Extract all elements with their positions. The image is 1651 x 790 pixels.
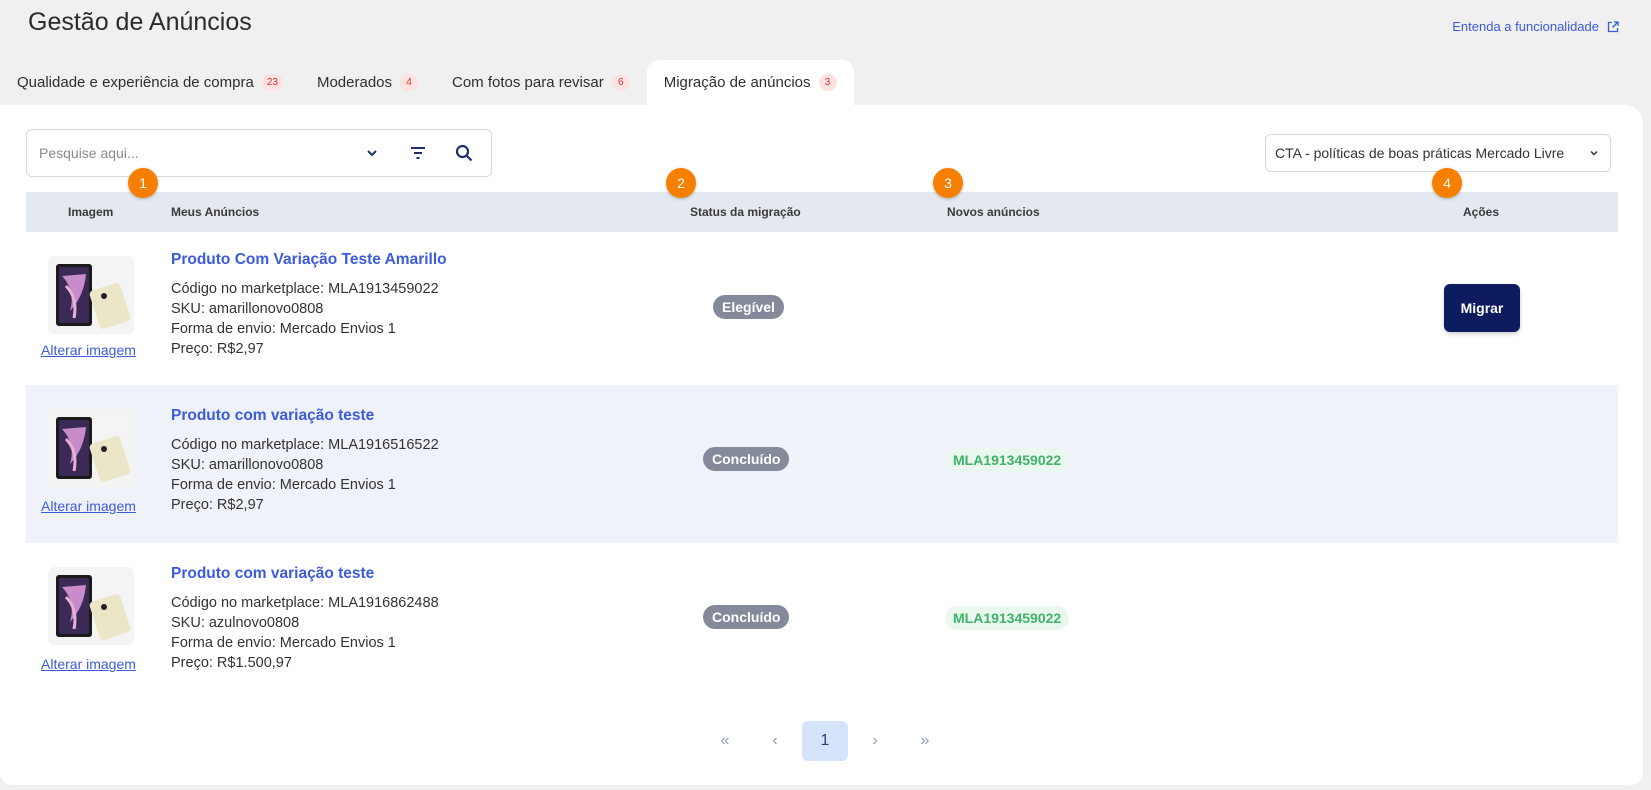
- content-panel: CTA - políticas de boas práticas Mercado…: [0, 105, 1643, 785]
- last-page-button[interactable]: »: [900, 721, 950, 761]
- status-badge: Concluído: [703, 447, 790, 471]
- new-ad-id[interactable]: MLA1913459022: [945, 448, 1070, 472]
- search-icon: [455, 144, 473, 162]
- filter-icon: [411, 147, 425, 159]
- product-price: Preço: R$1.500,97: [171, 655, 292, 671]
- change-image-link[interactable]: Alterar imagem: [41, 656, 136, 672]
- chevron-down-icon: [367, 150, 377, 157]
- tab-migration[interactable]: Migração de anúncios 3: [646, 60, 854, 105]
- product-sku: SKU: amarillonovo0808: [171, 301, 324, 317]
- product-image: [48, 567, 134, 645]
- product-phone-picture: [56, 575, 131, 640]
- tab-bar: Qualidade e experiência de compra 23 Mod…: [0, 60, 854, 105]
- cta-select-value: CTA - políticas de boas práticas Mercado…: [1275, 145, 1565, 161]
- tab-count-badge: 6: [611, 74, 630, 91]
- search-bar: [26, 129, 492, 177]
- first-page-button[interactable]: «: [700, 721, 750, 761]
- tab-quality[interactable]: Qualidade e experiência de compra 23: [0, 60, 300, 105]
- product-code: Código no marketplace: MLA1916862488: [171, 595, 439, 611]
- cta-select[interactable]: CTA - políticas de boas práticas Mercado…: [1265, 134, 1611, 172]
- product-title-link[interactable]: Produto Com Variação Teste Amarillo: [171, 251, 447, 269]
- tab-moderated[interactable]: Moderados 4: [300, 60, 435, 105]
- column-header-image: Imagem: [68, 205, 114, 219]
- product-phone-picture: [56, 264, 131, 329]
- product-shipping: Forma de envio: Mercado Envios 1: [171, 635, 396, 651]
- tab-photos-review[interactable]: Com fotos para revisar 6: [435, 60, 647, 105]
- help-link[interactable]: Entenda a funcionalidade: [1452, 19, 1619, 34]
- tab-label: Com fotos para revisar: [452, 74, 604, 91]
- filter-button[interactable]: [395, 130, 441, 176]
- table-row: Alterar imagem Produto com variação test…: [26, 385, 1618, 543]
- migrate-button[interactable]: Migrar: [1444, 284, 1520, 332]
- tab-label: Migração de anúncios: [663, 74, 811, 91]
- status-badge: Concluído: [703, 605, 790, 629]
- product-title-link[interactable]: Produto com variação teste: [171, 565, 374, 583]
- tab-count-badge: 23: [261, 74, 283, 91]
- product-shipping: Forma de envio: Mercado Envios 1: [171, 321, 396, 337]
- product-image: [48, 409, 134, 487]
- prev-page-button[interactable]: ‹: [750, 721, 800, 761]
- product-price: Preço: R$2,97: [171, 341, 264, 357]
- step-marker-4: 4: [1432, 168, 1462, 198]
- tab-label: Qualidade e experiência de compra: [17, 74, 254, 91]
- change-image-link[interactable]: Alterar imagem: [41, 342, 136, 358]
- step-marker-3: 3: [933, 168, 963, 198]
- next-page-button[interactable]: ›: [850, 721, 900, 761]
- external-link-icon: [1607, 20, 1619, 32]
- tab-count-badge: 3: [818, 74, 837, 91]
- product-price: Preço: R$2,97: [171, 497, 264, 513]
- table-row: Alterar imagem Produto Com Variação Test…: [26, 232, 1618, 385]
- column-header-status: Status da migração: [690, 205, 801, 219]
- change-image-link[interactable]: Alterar imagem: [41, 498, 136, 514]
- help-link-label: Entenda a funcionalidade: [1452, 19, 1599, 34]
- search-button[interactable]: [441, 130, 487, 176]
- product-code: Código no marketplace: MLA1916516522: [171, 437, 439, 453]
- step-marker-2: 2: [666, 168, 696, 198]
- product-image: [48, 256, 134, 334]
- product-phone-picture: [56, 417, 131, 482]
- column-header-actions: Ações: [1463, 205, 1500, 219]
- table-header: Imagem Meus Anúncios Status da migração …: [26, 192, 1618, 232]
- pagination: « ‹ 1 › »: [700, 721, 950, 761]
- table-row: Alterar imagem Produto com variação test…: [26, 543, 1618, 701]
- page-1-button[interactable]: 1: [802, 721, 848, 761]
- column-header-new-ads: Novos anúncios: [947, 205, 1040, 219]
- new-ad-id[interactable]: MLA1913459022: [945, 606, 1070, 630]
- page-title: Gestão de Anúncios: [28, 8, 252, 36]
- product-title-link[interactable]: Produto com variação teste: [171, 407, 374, 425]
- status-badge: Elegível: [713, 295, 784, 319]
- product-code: Código no marketplace: MLA1913459022: [171, 281, 439, 297]
- column-header-ads: Meus Anúncios: [171, 205, 260, 219]
- product-shipping: Forma de envio: Mercado Envios 1: [171, 477, 396, 493]
- product-sku: SKU: amarillonovo0808: [171, 457, 324, 473]
- search-dropdown-button[interactable]: [349, 130, 395, 176]
- search-input[interactable]: [39, 145, 349, 161]
- product-sku: SKU: azulnovo0808: [171, 615, 300, 631]
- tab-count-badge: 4: [400, 74, 418, 91]
- tab-label: Moderados: [316, 74, 392, 91]
- chevron-down-icon: [1590, 150, 1598, 156]
- step-marker-1: 1: [128, 168, 158, 198]
